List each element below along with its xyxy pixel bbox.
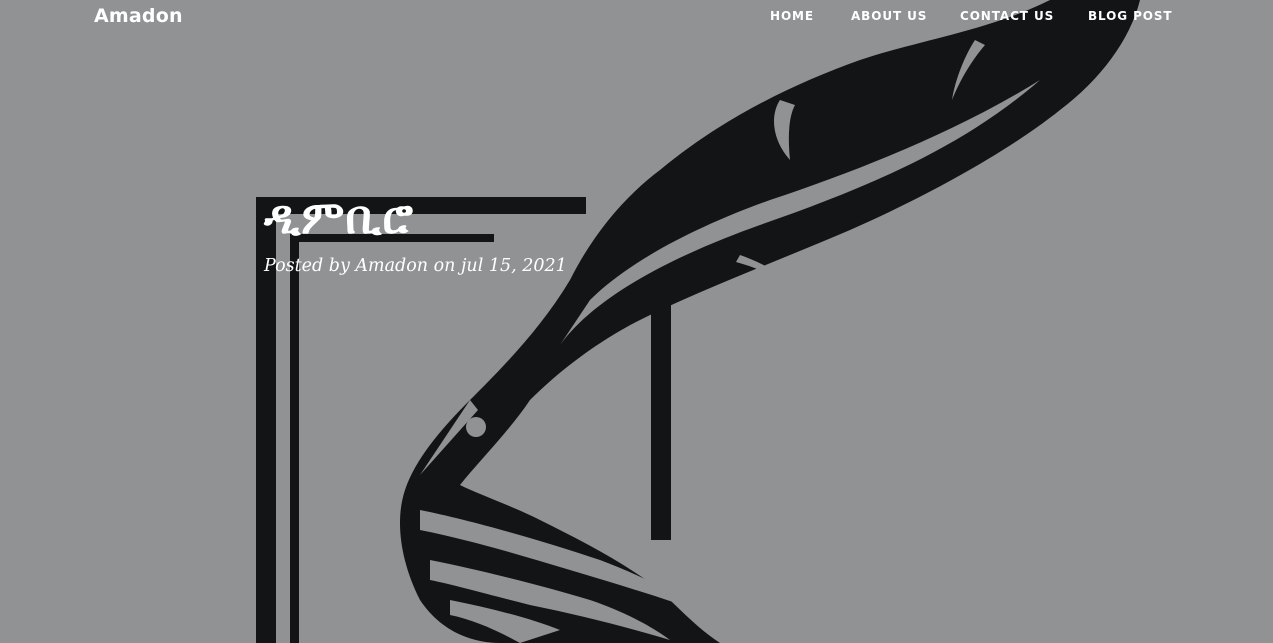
nav-link-home[interactable]: HOME — [770, 9, 851, 23]
brand-logo-link[interactable]: Amadon — [94, 5, 183, 27]
nav-links: HOME ABOUT US CONTACT US BLOG POST — [770, 9, 1172, 23]
hero-quill-illustration — [256, 0, 1140, 643]
post-meta: Posted by Amadon on jul 15, 2021 — [264, 256, 567, 276]
post-title: ዲምቢሮ — [264, 190, 415, 244]
nav-link-about-us[interactable]: ABOUT US — [851, 9, 960, 23]
quill-icon — [400, 0, 1140, 643]
nav-link-blog-post[interactable]: BLOG POST — [1088, 9, 1172, 23]
nav-link-contact-us[interactable]: CONTACT US — [960, 9, 1088, 23]
top-navbar: Amadon HOME ABOUT US CONTACT US BLOG POS… — [0, 0, 1273, 34]
post-heading: ዲምቢሮ Posted by Amadon on jul 15, 2021 — [264, 188, 567, 276]
